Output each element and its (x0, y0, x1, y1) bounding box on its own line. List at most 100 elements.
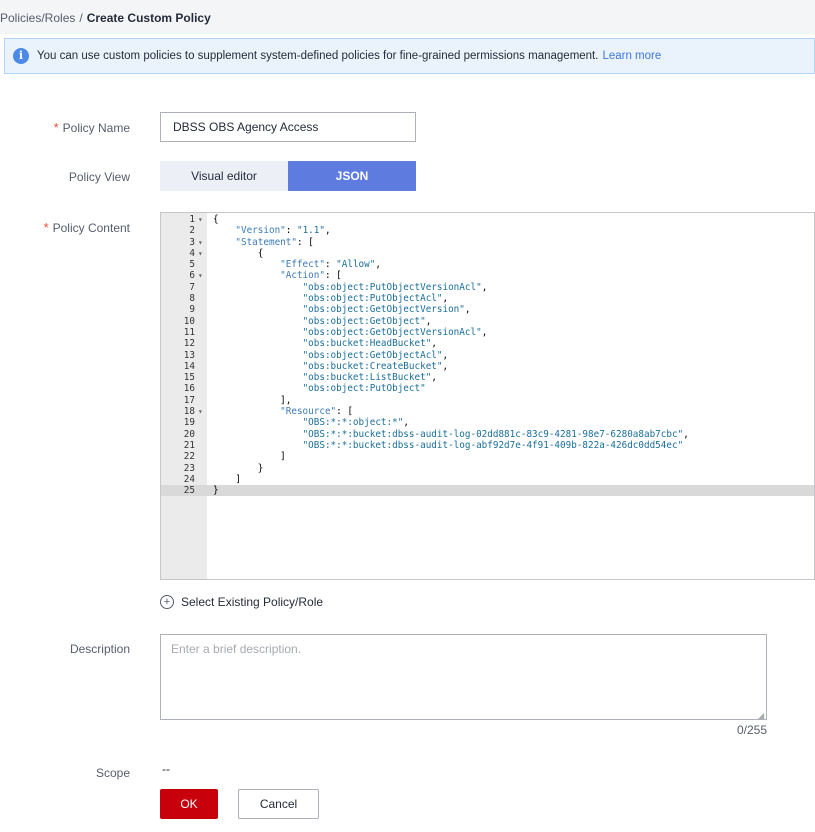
code-line: 14 "obs:bucket:CreateBucket", (161, 361, 814, 372)
json-tab[interactable]: JSON (288, 161, 416, 191)
scope-label: Scope (95, 766, 130, 780)
code-line: 1 ▾ { (161, 214, 814, 225)
code-line: 21 "OBS:*:*:bucket:dbss-audit-log-abf92d… (161, 440, 814, 451)
code-line: 13 "obs:object:GetObjectAcl", (161, 350, 814, 361)
policy-content-label: * Policy Content (43, 220, 130, 235)
code-text: "obs:object:GetObjectVersion", (302, 304, 471, 316)
fold-arrow-icon[interactable]: ▾ (198, 237, 203, 248)
visual-editor-tab[interactable]: Visual editor (160, 161, 288, 191)
line-number: 5 (189, 259, 195, 271)
code-text: ] (213, 473, 241, 485)
line-number: 13 (183, 349, 195, 361)
code-line: 12 "obs:bucket:HeadBucket", (161, 338, 814, 349)
line-number: 20 (183, 428, 195, 440)
info-icon: i (13, 48, 29, 64)
code-text: { (213, 214, 219, 225)
line-number: 2 (189, 225, 195, 237)
code-text: "Action": [ (280, 270, 342, 282)
ok-button[interactable]: OK (160, 789, 218, 819)
line-number: 18 (183, 406, 195, 418)
code-text: "obs:object:PutObjectVersionAcl", (302, 281, 488, 293)
code-line: 22 ] (161, 451, 814, 462)
resize-handle-icon[interactable]: ◢ (758, 711, 764, 720)
fold-arrow-icon[interactable]: ▾ (198, 406, 203, 417)
code-text: "obs:bucket:ListBucket", (302, 372, 437, 384)
line-number: 16 (183, 383, 195, 395)
line-number: 24 (183, 473, 195, 485)
code-text: "obs:object:GetObject", (302, 315, 432, 327)
line-number: 8 (189, 293, 195, 305)
description-textarea[interactable] (160, 634, 767, 720)
code-line: 9 "obs:object:GetObjectVersion", (161, 304, 814, 315)
code-line: 15 "obs:bucket:ListBucket", (161, 372, 814, 383)
code-text: "obs:bucket:HeadBucket", (302, 338, 437, 350)
code-line: 25} (161, 485, 814, 497)
line-number: 15 (183, 372, 195, 384)
required-mark: * (53, 120, 59, 135)
code-line: 2 "Version": "1.1", (161, 225, 814, 236)
code-text: { (213, 247, 264, 259)
code-line: 4 ▾ { (161, 248, 814, 259)
code-line: 24 ] (161, 474, 814, 485)
json-code-editor[interactable]: 1 ▾{2 "Version": "1.1", 3 ▾ "Statement": [4… (160, 212, 815, 580)
code-text: "Version": "1.1", (235, 225, 331, 237)
plus-circle-icon: + (160, 595, 174, 609)
policy-view-label: Policy View (68, 170, 130, 184)
code-text: } (213, 485, 219, 497)
code-line: 17 ], (161, 395, 814, 406)
line-number: 14 (183, 360, 195, 372)
code-text: "OBS:*:*:object:*", (302, 417, 409, 429)
line-number: 1 (189, 214, 195, 225)
code-text: "obs:object:GetObjectAcl", (302, 349, 449, 361)
fold-arrow-icon[interactable]: ▾ (198, 214, 203, 225)
code-text: "obs:bucket:CreateBucket", (302, 360, 449, 372)
info-alert: i You can use custom policies to supplem… (4, 38, 815, 74)
code-line: 23 } (161, 463, 814, 474)
line-number: 19 (183, 417, 195, 429)
code-line: 5 "Effect": "Allow", (161, 259, 814, 270)
description-label: Description (69, 642, 130, 656)
line-number: 10 (183, 315, 195, 327)
fold-arrow-icon[interactable]: ▾ (198, 248, 203, 259)
code-lines: 1 ▾{2 "Version": "1.1", 3 ▾ "Statement": [4… (161, 214, 814, 497)
code-text: "Statement": [ (235, 236, 314, 248)
policy-name-label: * Policy Name (53, 120, 130, 135)
line-number: 21 (183, 439, 195, 451)
code-text: } (213, 462, 264, 474)
line-number: 12 (183, 338, 195, 350)
breadcrumb: Policies/Roles / Create Custom Policy (0, 0, 815, 34)
line-number: 25 (183, 485, 195, 497)
code-line: 18 ▾ "Resource": [ (161, 406, 814, 417)
line-number: 9 (189, 304, 195, 316)
code-line: 11 "obs:object:GetObjectVersionAcl", (161, 327, 814, 338)
required-mark: * (43, 220, 49, 235)
line-number: 4 (189, 247, 195, 259)
breadcrumb-current: Create Custom Policy (86, 11, 211, 25)
code-text: ], (213, 394, 292, 406)
alert-text: You can use custom policies to supplemen… (37, 50, 599, 62)
line-number: 23 (183, 462, 195, 474)
line-number: 6 (189, 270, 195, 282)
breadcrumb-policies-roles[interactable]: Policies/Roles (0, 11, 75, 25)
policy-name-input[interactable] (160, 112, 416, 142)
select-existing-policy-link[interactable]: + Select Existing Policy/Role (160, 595, 323, 609)
code-text: "obs:object:PutObject" (302, 383, 426, 395)
code-text: "Effect": "Allow", (280, 259, 381, 271)
scope-value: -- (162, 762, 170, 776)
line-number: 7 (189, 281, 195, 293)
code-line: 3 ▾ "Statement": [ (161, 237, 814, 248)
code-line: 8 "obs:object:PutObjectAcl", (161, 293, 814, 304)
line-number: 11 (183, 326, 195, 338)
cancel-button[interactable]: Cancel (238, 789, 319, 819)
learn-more-link[interactable]: Learn more (602, 50, 661, 62)
code-line: 7 "obs:object:PutObjectVersionAcl", (161, 282, 814, 293)
code-line: 20 "OBS:*:*:bucket:dbss-audit-log-02dd88… (161, 429, 814, 440)
code-line: 10 "obs:object:GetObject", (161, 316, 814, 327)
code-text: "obs:object:PutObjectAcl", (302, 293, 449, 305)
line-number: 22 (183, 451, 195, 463)
code-line: 19 "OBS:*:*:object:*", (161, 417, 814, 428)
code-line: 6 ▾ "Action": [ (161, 270, 814, 281)
code-line: 16 "obs:object:PutObject" (161, 383, 814, 394)
code-text: "OBS:*:*:bucket:dbss-audit-log-abf92d7e-… (302, 439, 684, 451)
fold-arrow-icon[interactable]: ▾ (198, 270, 203, 281)
